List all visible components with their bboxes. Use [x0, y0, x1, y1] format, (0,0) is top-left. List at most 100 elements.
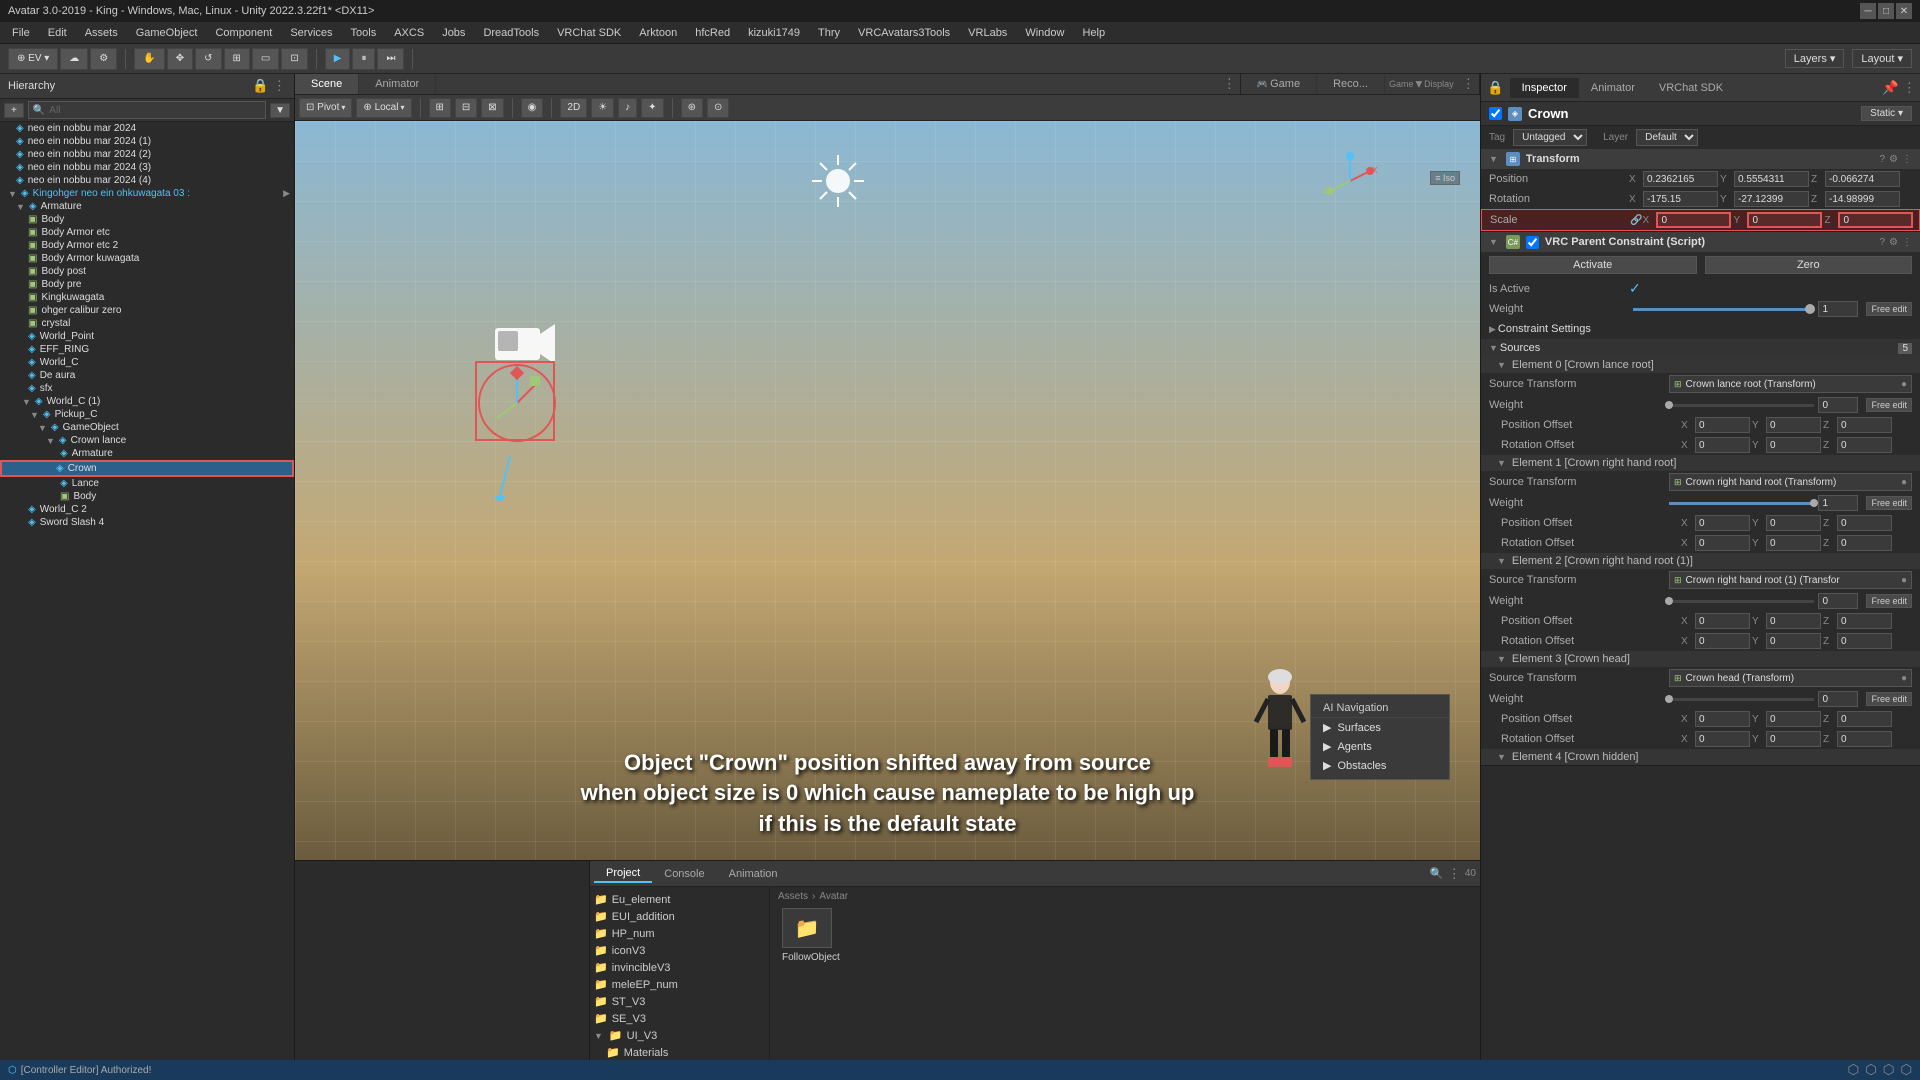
e1-rx[interactable] [1695, 535, 1750, 551]
e0-weight-handle[interactable] [1665, 401, 1673, 409]
e1-pz[interactable] [1837, 515, 1892, 531]
e2-pz[interactable] [1837, 613, 1892, 629]
weight-handle[interactable] [1805, 304, 1815, 314]
hier-item-crystal[interactable]: ▣ crystal [0, 317, 294, 330]
cs-expand-arrow[interactable]: ▶ [1489, 324, 1496, 335]
menu-component[interactable]: Component [207, 25, 280, 41]
fx-button[interactable]: ✦ [641, 98, 663, 118]
rect-tool[interactable]: ▭ [252, 48, 279, 70]
menu-window[interactable]: Window [1017, 25, 1072, 41]
e2-ry[interactable] [1766, 633, 1821, 649]
hier-item-armature1[interactable]: ▼ ◈ Armature [0, 200, 294, 213]
e4-expand[interactable]: ▼ [1497, 752, 1506, 762]
menu-axcs[interactable]: AXCS [386, 25, 432, 41]
lighting-button[interactable]: ☀ [591, 98, 614, 118]
hier-item-worldpoint[interactable]: ◈ World_Point [0, 330, 294, 343]
transform-settings-button[interactable]: ⚙ [1889, 154, 1898, 165]
menu-hfcred[interactable]: hfcRed [687, 25, 738, 41]
hier-item-armature2[interactable]: ◈ Armature [0, 447, 294, 460]
minimize-button[interactable]: ─ [1860, 3, 1876, 19]
e0-rz[interactable] [1837, 437, 1892, 453]
menu-services[interactable]: Services [282, 25, 340, 41]
transform-help-button[interactable]: ? [1879, 154, 1885, 165]
tab-scene[interactable]: Scene [295, 74, 359, 94]
2d-button[interactable]: 2D [560, 98, 587, 118]
e2-expand[interactable]: ▼ [1497, 556, 1506, 566]
scene-options-button[interactable]: ⋮ [1223, 76, 1236, 92]
status-icon-4[interactable]: ⬡ [1900, 1062, 1912, 1078]
menu-vrcavatars3tools[interactable]: VRCAvatars3Tools [850, 25, 958, 41]
menu-file[interactable]: File [4, 25, 38, 41]
position-z-input[interactable] [1825, 171, 1900, 187]
hier-item-neo4[interactable]: ◈ neo ein nobbu mar 2024 (3) [0, 161, 294, 174]
menu-vrlabs[interactable]: VRLabs [960, 25, 1015, 41]
e1-free-edit-btn[interactable]: Free edit [1866, 496, 1912, 510]
hier-item-bodyarmor2[interactable]: ▣ Body Armor etc 2 [0, 239, 294, 252]
ev-button[interactable]: ⊕ EV ▾ [8, 48, 58, 70]
scale-z-input[interactable] [1838, 212, 1913, 228]
hierarchy-lock-button[interactable]: 🔒 [252, 78, 269, 94]
menu-thry[interactable]: Thry [810, 25, 848, 41]
project-options-button[interactable]: ⋮ [1448, 866, 1461, 882]
e3-source-field[interactable]: ⊞ Crown head (Transform) ● [1669, 669, 1912, 687]
menu-tools[interactable]: Tools [343, 25, 385, 41]
hier-item-ohger[interactable]: ▣ ohger calibur zero [0, 304, 294, 317]
e1-weight-input[interactable] [1818, 495, 1858, 511]
e0-px[interactable] [1695, 417, 1750, 433]
e1-source-field[interactable]: ⊞ Crown right hand root (Transform) ● [1669, 473, 1912, 491]
hier-item-crown[interactable]: ◈ Crown [0, 460, 294, 477]
tab-reco[interactable]: Reco... [1317, 74, 1385, 94]
tab-console[interactable]: Console [652, 866, 716, 882]
hier-item-lance[interactable]: ◈ Lance [0, 477, 294, 490]
e2-px[interactable] [1695, 613, 1750, 629]
e3-pz[interactable] [1837, 711, 1892, 727]
e2-weight-handle[interactable] [1665, 597, 1673, 605]
inspector-pin-button[interactable]: 📌 [1882, 80, 1899, 96]
ai-nav-surfaces[interactable]: ▶ Surfaces [1311, 718, 1449, 737]
hier-item-kingkuwagata[interactable]: ▣ Kingkuwagata [0, 291, 294, 304]
maximize-button[interactable]: □ [1878, 3, 1894, 19]
project-search-button[interactable]: 🔍 [1430, 867, 1444, 880]
e0-py[interactable] [1766, 417, 1821, 433]
constraint-menu-button[interactable]: ⋮ [1902, 237, 1912, 248]
e1-expand[interactable]: ▼ [1497, 458, 1506, 468]
step-button[interactable]: ⏭ [377, 48, 404, 70]
transform-menu-button[interactable]: ⋮ [1902, 154, 1912, 165]
e3-ry[interactable] [1766, 731, 1821, 747]
e0-weight-input[interactable] [1818, 397, 1858, 413]
hier-item-crownlance[interactable]: ▼ ◈ Crown lance [0, 434, 294, 447]
e3-py[interactable] [1766, 711, 1821, 727]
constraint-expand-arrow[interactable]: ▼ [1489, 237, 1498, 247]
e3-expand[interactable]: ▼ [1497, 654, 1506, 664]
transform-tool[interactable]: ⊡ [281, 48, 307, 70]
e0-source-field[interactable]: ⊞ Crown lance root (Transform) ● [1669, 375, 1912, 393]
file-item-meleep[interactable]: 📁meleEP_num [590, 976, 769, 993]
activate-button[interactable]: Activate [1489, 256, 1697, 274]
file-item-stv3[interactable]: 📁ST_V3 [590, 993, 769, 1010]
layer-select[interactable]: Default [1636, 129, 1698, 146]
e3-ref-dot[interactable]: ● [1901, 673, 1907, 684]
ai-nav-agents[interactable]: ▶ Agents [1311, 737, 1449, 756]
position-y-input[interactable] [1734, 171, 1809, 187]
menu-jobs[interactable]: Jobs [434, 25, 473, 41]
close-button[interactable]: ✕ [1896, 3, 1912, 19]
scale-x-input[interactable] [1656, 212, 1731, 228]
tab-animator[interactable]: Animator [359, 74, 436, 94]
free-edit-button[interactable]: Free edit [1866, 302, 1912, 316]
e1-py[interactable] [1766, 515, 1821, 531]
file-item-eu[interactable]: 📁Eu_element [590, 891, 769, 908]
tab-game[interactable]: 🎮 Game [1241, 74, 1317, 94]
hier-item-gameobject[interactable]: ▼ ◈ GameObject [0, 421, 294, 434]
play-button[interactable]: ▶ [325, 48, 351, 70]
hier-item-worldc[interactable]: ◈ World_C [0, 356, 294, 369]
ai-nav-obstacles[interactable]: ▶ Obstacles [1311, 756, 1449, 775]
tab-vrchat-sdk[interactable]: VRChat SDK [1647, 78, 1735, 98]
hier-item-swordslash[interactable]: ◈ Sword Slash 4 [0, 516, 294, 529]
file-item-hp[interactable]: 📁HP_num [590, 925, 769, 942]
hier-item-neo5[interactable]: ◈ neo ein nobbu mar 2024 (4) [0, 174, 294, 187]
hier-item-pickupc[interactable]: ▼ ◈ Pickup_C [0, 408, 294, 421]
e3-rz[interactable] [1837, 731, 1892, 747]
tab-inspector[interactable]: Inspector [1510, 78, 1579, 98]
menu-kizuki[interactable]: kizuki1749 [740, 25, 808, 41]
e1-ref-dot[interactable]: ● [1901, 477, 1907, 488]
